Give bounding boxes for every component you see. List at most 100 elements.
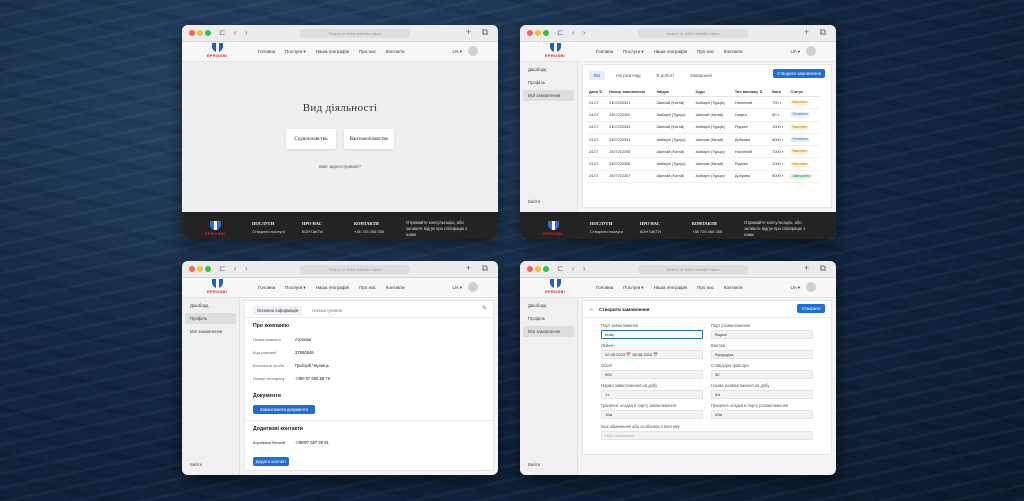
form-input[interactable]: 20м	[711, 410, 813, 419]
url-bar[interactable]: Search or enter website name	[300, 29, 410, 38]
nav-link-about[interactable]: Про нас	[697, 49, 714, 54]
nav-link-home[interactable]: Головна	[258, 285, 275, 290]
table-row[interactable]: 24.07 2407202301 Шанхай (Китай) Амбарлі (Ту…	[587, 96, 819, 110]
nav-link-home[interactable]: Головна	[596, 285, 613, 290]
nav-link-services[interactable]: Послуги ▾	[285, 285, 306, 290]
browser-nav-icons[interactable]: ⊏ ‹ ›	[557, 28, 588, 37]
nav-link-geography[interactable]: Наша географія	[654, 285, 687, 290]
add-contact-button[interactable]: Додати контакт	[253, 457, 289, 466]
avatar[interactable]	[468, 46, 478, 56]
url-bar[interactable]: Search or enter website name	[300, 265, 410, 274]
nav-link-geography[interactable]: Наша географія	[316, 285, 349, 290]
sidebar-item-orders[interactable]: Мої замовлення	[523, 326, 574, 337]
avatar[interactable]	[806, 46, 816, 56]
close-window-button[interactable]	[189, 266, 195, 272]
maximize-window-button[interactable]	[205, 266, 211, 272]
back-arrow-icon[interactable]: ←	[589, 306, 595, 312]
browser-right-icons[interactable]: + ⧉	[804, 263, 830, 274]
nav-link-contacts[interactable]: Контакти	[386, 285, 405, 290]
nav-link-geography[interactable]: Наша географія	[654, 49, 687, 54]
form-input[interactable]: Варна	[711, 330, 813, 339]
column-header[interactable]: Куди	[693, 87, 733, 97]
tab-main-info[interactable]: Основна інформація	[253, 306, 303, 315]
sidebar-item-orders[interactable]: Мої замовлення	[523, 90, 574, 101]
form-input[interactable]: 30	[711, 370, 813, 379]
tab-review[interactable]: На розгляді	[611, 71, 645, 80]
nav-link-contacts[interactable]: Контакти	[386, 49, 405, 54]
table-row[interactable]: 24.07 2407202307 Шанхай (Китай) Амбарлі (Ту…	[587, 170, 819, 184]
close-window-button[interactable]	[527, 266, 533, 272]
footer-link[interactable]: КОНТАКТИ	[302, 229, 323, 234]
browser-nav-icons[interactable]: ⊏ ‹ ›	[219, 264, 250, 273]
minimize-window-button[interactable]	[535, 30, 541, 36]
form-input[interactable]: 02.08.2023 📅 08.08.2024 📅	[601, 350, 703, 359]
column-header[interactable]: Звідки	[654, 87, 694, 97]
logout-link[interactable]: Вийти	[528, 462, 540, 467]
column-header[interactable]: Тип вантажу ⇅	[732, 87, 771, 97]
shipping-button[interactable]: Судноплавство	[286, 129, 336, 149]
footer-phone[interactable]: +38 725 265 365	[354, 229, 384, 234]
footer-link[interactable]: Створити послуги	[252, 229, 285, 234]
brand-logo[interactable]: EPROSBI	[540, 279, 570, 294]
close-window-button[interactable]	[527, 30, 533, 36]
browser-nav-icons[interactable]: ⊏ ‹ ›	[219, 28, 250, 37]
tab-all[interactable]: Всі	[589, 71, 606, 80]
form-input[interactable]: 900	[601, 370, 703, 379]
table-row[interactable]: 24.07 2407202304 Амбарлі (Турція) Шанхай (К…	[587, 133, 819, 147]
form-input[interactable]: 10м	[601, 410, 703, 419]
form-input[interactable]: 1т	[601, 390, 703, 399]
nav-link-services[interactable]: Послуги ▾	[623, 49, 644, 54]
language-select[interactable]: UA ▾	[452, 49, 462, 55]
maximize-window-button[interactable]	[543, 266, 549, 272]
footer-link[interactable]: КОНТАКТИ	[640, 229, 661, 234]
already-registered-link[interactable]: Вже зареєстровані?	[182, 164, 498, 169]
sidebar-item-orders[interactable]: Мої замовлення	[185, 326, 236, 337]
sidebar-item-dashboard[interactable]: Дашборд	[523, 300, 574, 311]
column-header[interactable]: Номер замовлення	[607, 87, 655, 97]
minimize-window-button[interactable]	[197, 30, 203, 36]
maximize-window-button[interactable]	[205, 30, 211, 36]
sidebar-item-dashboard[interactable]: Дашборд	[185, 300, 236, 311]
nav-link-geography[interactable]: Наша географія	[316, 49, 349, 54]
footer-logo[interactable]: EPROSBI	[538, 221, 568, 236]
brand-logo[interactable]: EPROSBI	[202, 279, 232, 294]
table-row[interactable]: 24.07 2407202305 Шанхай (Китай) Амбарлі (Ту…	[587, 145, 819, 159]
browser-right-icons[interactable]: + ⧉	[804, 27, 830, 38]
footer-link[interactable]: Створити послуги	[590, 229, 623, 234]
nav-link-services[interactable]: Послуги ▾	[623, 285, 644, 290]
url-bar[interactable]: Search or enter website name	[638, 29, 748, 38]
browser-right-icons[interactable]: + ⧉	[466, 263, 492, 274]
notes-input[interactable]: Інші побажання	[601, 431, 813, 440]
create-order-button[interactable]: Створити замовлення	[773, 69, 825, 78]
nav-link-about[interactable]: Про нас	[697, 285, 714, 290]
browser-right-icons[interactable]: + ⧉	[466, 27, 492, 38]
logout-link[interactable]: Вийти	[190, 462, 202, 467]
form-input[interactable]: Шт	[711, 390, 813, 399]
maximize-window-button[interactable]	[543, 30, 549, 36]
minimize-window-button[interactable]	[535, 266, 541, 272]
table-row[interactable]: 24.07 2407202303 Шанхай (Китай) Амбарлі (Ту…	[587, 121, 819, 134]
logout-link[interactable]: Вийти	[528, 199, 540, 204]
minimize-window-button[interactable]	[197, 266, 203, 272]
nav-link-home[interactable]: Головна	[596, 49, 613, 54]
column-header[interactable]: Вага	[770, 87, 789, 97]
avatar[interactable]	[468, 282, 478, 292]
sidebar-item-dashboard[interactable]: Дашборд	[523, 64, 574, 75]
sidebar-item-profile[interactable]: Профіль	[185, 313, 236, 324]
brand-logo[interactable]: EPROSBI	[540, 43, 570, 58]
tab-in-work[interactable]: В роботі	[652, 71, 679, 80]
table-row[interactable]: 24.07 2407202302 Амбарлі (Турція) Шанхай (К…	[587, 108, 819, 122]
browser-nav-icons[interactable]: ⊏ ‹ ›	[557, 264, 588, 273]
avatar[interactable]	[806, 282, 816, 292]
nav-link-contacts[interactable]: Контакти	[724, 285, 743, 290]
sidebar-item-profile[interactable]: Профіль	[523, 313, 574, 324]
tab-done[interactable]: Завершені	[685, 71, 717, 80]
column-header[interactable]: Статус	[788, 87, 819, 97]
nav-link-services[interactable]: Послуги ▾	[285, 49, 306, 54]
cargo-button[interactable]: Вантажоплавство	[344, 129, 394, 149]
footer-logo[interactable]: EPROSBI	[200, 221, 230, 236]
url-bar[interactable]: Search or enter website name	[638, 265, 748, 274]
table-row[interactable]: 24.07 2407202306 Амбарлі (Турція) Шанхай (К…	[587, 157, 819, 171]
nav-link-contacts[interactable]: Контакти	[724, 49, 743, 54]
upload-documents-button[interactable]: Завантажити документи	[253, 405, 315, 414]
